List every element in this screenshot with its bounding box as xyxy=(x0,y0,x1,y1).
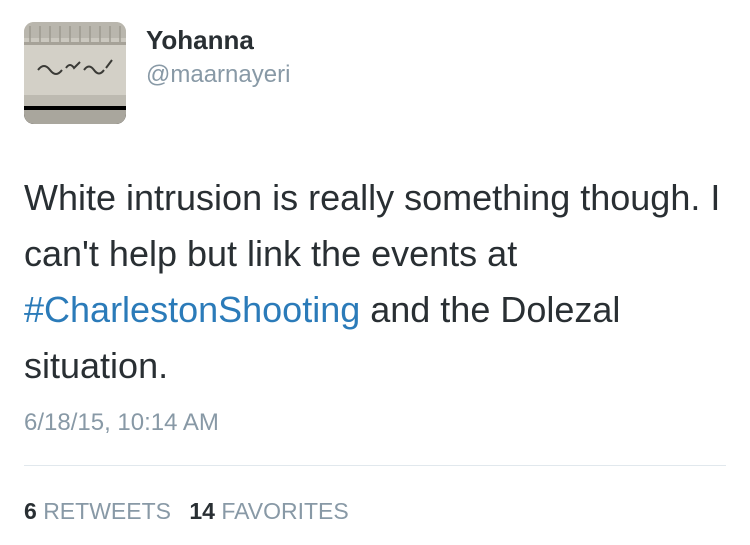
hashtag-link[interactable]: #CharlestonShooting xyxy=(24,289,360,330)
favorites-stat[interactable]: 14 FAVORITES xyxy=(189,498,348,524)
retweets-label: RETWEETS xyxy=(43,498,171,524)
retweets-stat[interactable]: 6 RETWEETS xyxy=(24,498,171,524)
tweet-text: White intrusion is really something thou… xyxy=(24,170,724,394)
tweet-timestamp[interactable]: 6/18/15, 10:14 AM xyxy=(24,407,219,439)
tweet-stats: 6 RETWEETS 14 FAVORITES xyxy=(24,495,349,527)
avatar[interactable] xyxy=(24,22,126,124)
user-handle[interactable]: @maarnayeri xyxy=(146,60,290,90)
retweets-count: 6 xyxy=(24,498,37,524)
favorites-label: FAVORITES xyxy=(221,498,349,524)
favorites-count: 14 xyxy=(189,498,215,524)
divider xyxy=(24,465,726,466)
avatar-image xyxy=(24,22,126,124)
display-name[interactable]: Yohanna xyxy=(146,24,254,56)
tweet-text-before: White intrusion is really something thou… xyxy=(24,177,721,274)
